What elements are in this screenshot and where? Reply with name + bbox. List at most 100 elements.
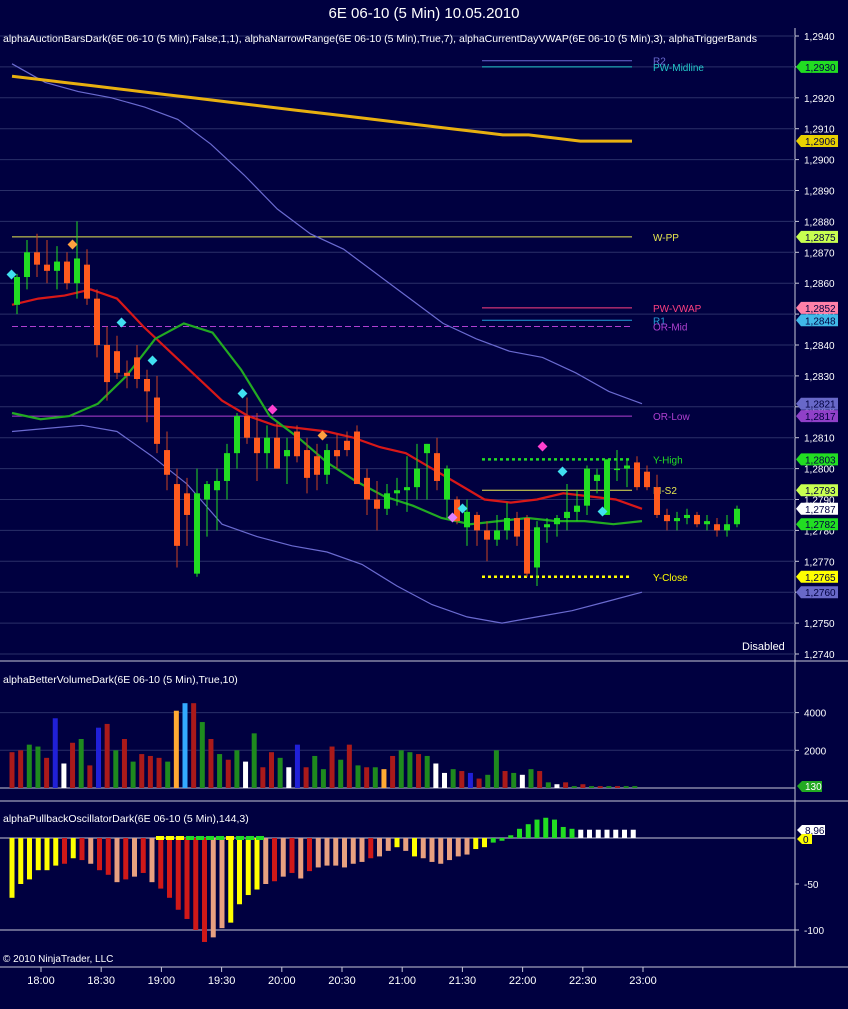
diamond-marker [537,441,548,452]
oscillator-bar [105,838,111,875]
oscillator-bar [604,829,610,838]
oscillator-bar [359,838,365,862]
volume-bar [355,765,361,788]
candle-body [304,450,310,478]
price-tick-label: 1,2770 [804,557,835,568]
price-tick-label: 1,2870 [804,248,835,259]
candle-body [504,518,510,531]
oscillator-bar [228,838,234,923]
oscillator-bar [149,838,155,883]
price-tick-label: 1,2920 [804,94,835,105]
volume-bar [52,718,58,788]
volume-bar [467,772,473,788]
oscillator-bar [595,829,601,838]
candle-body [204,484,210,500]
price-tag-label: 1,2787 [805,505,836,516]
volume-bar [571,786,577,788]
level-label: R2 [653,57,666,68]
oscillator-bar [517,828,522,838]
diamond-marker [67,239,78,250]
oscillator-bar [543,817,549,838]
oscillator-bar [27,838,32,880]
oscillator-bar [123,838,129,880]
candle-body [714,524,720,531]
oscillator-bar [193,838,199,930]
candle-body [84,264,90,299]
price-tick-label: 1,2910 [804,125,835,136]
candle-body [704,521,710,525]
price-tick-label: 1,2900 [804,156,835,167]
volume-bar [502,771,508,788]
oscillator-bar [578,829,584,838]
oscillator-bar [167,838,172,898]
candle-body [674,518,680,522]
vwap-line [11,74,632,143]
candle-body [224,453,230,481]
price-tag-label: 1,2793 [805,486,836,497]
price-tick-label: 1,2860 [804,279,835,290]
price-tag-label: 1,2906 [805,137,836,148]
volume-bar [312,755,318,788]
oscillator-bar [175,838,181,910]
candle-body [414,468,420,488]
candle-body [114,351,120,373]
oscillator-bar [35,838,41,871]
price-tick-label: 1,2890 [804,187,835,198]
volume-bar [485,774,491,788]
oscillator-tick-label: -100 [804,926,824,937]
volume-bar [545,782,551,788]
candle-body [424,443,430,454]
volume-bar [320,769,326,788]
oscillator-zero-tag-label: 0 [803,835,809,846]
candle-body [214,480,220,491]
oscillator-zero-marker [186,836,194,840]
candle-body [94,298,100,345]
oscillator-bar [298,838,304,879]
candle-body [354,431,360,485]
price-tag-label: 1,2821 [805,400,836,411]
oscillator-bar [464,838,470,855]
candle-body [324,450,330,475]
candle-body [194,493,200,574]
oscillator-bar [272,838,277,882]
candle-body [434,453,440,481]
volume-bar [450,769,456,788]
volume-bar [433,763,439,788]
level-lines: PW-MidlineR2W-PPPW-VWAPR1OR-MidOR-LowY-H… [12,57,704,584]
copyright-label: © 2010 NinjaTrader, LLC [3,954,113,965]
oscillator-zero-marker [206,836,214,840]
volume-bar [346,744,352,788]
volume-bar [381,769,387,788]
oscillator-bar [263,838,269,884]
oscillator-bar [552,819,557,838]
oscillator-bar [245,838,251,896]
oscillator-zero-marker [236,836,244,840]
oscillator-bar [350,838,356,864]
price-tag-label: 1,2760 [805,588,836,599]
volume-bar [519,774,525,788]
volume-bar [225,759,231,788]
oscillator-zero-marker [176,836,184,840]
price-tick-label: 1,2940 [804,32,835,43]
volume-bar [398,750,404,788]
candle-body [494,530,500,540]
oscillator-bar [289,838,295,873]
candle-body [184,493,190,515]
volume-bar [35,746,41,788]
candle-body [144,378,150,392]
candle-body [264,437,270,454]
level-label: W-PP [653,233,679,244]
oscillator-bar [490,838,496,843]
oscillator-bar [447,838,452,861]
oscillator-bar [44,838,50,871]
oscillator-bar [630,829,636,838]
price-tick-label: 1,2810 [804,434,835,445]
level-label: Y-Close [653,573,688,584]
chart-canvas[interactable]: 1,2940 1,2930 1,2920 1,2910 1,2900 1,2890 1,28… [0,0,848,1009]
time-tick-label: 19:30 [208,975,236,987]
candle-body [244,416,250,438]
oscillator-bar [324,838,330,866]
volume-bar [537,771,543,788]
oscillator-bar [473,838,479,850]
candle-body [584,468,590,506]
